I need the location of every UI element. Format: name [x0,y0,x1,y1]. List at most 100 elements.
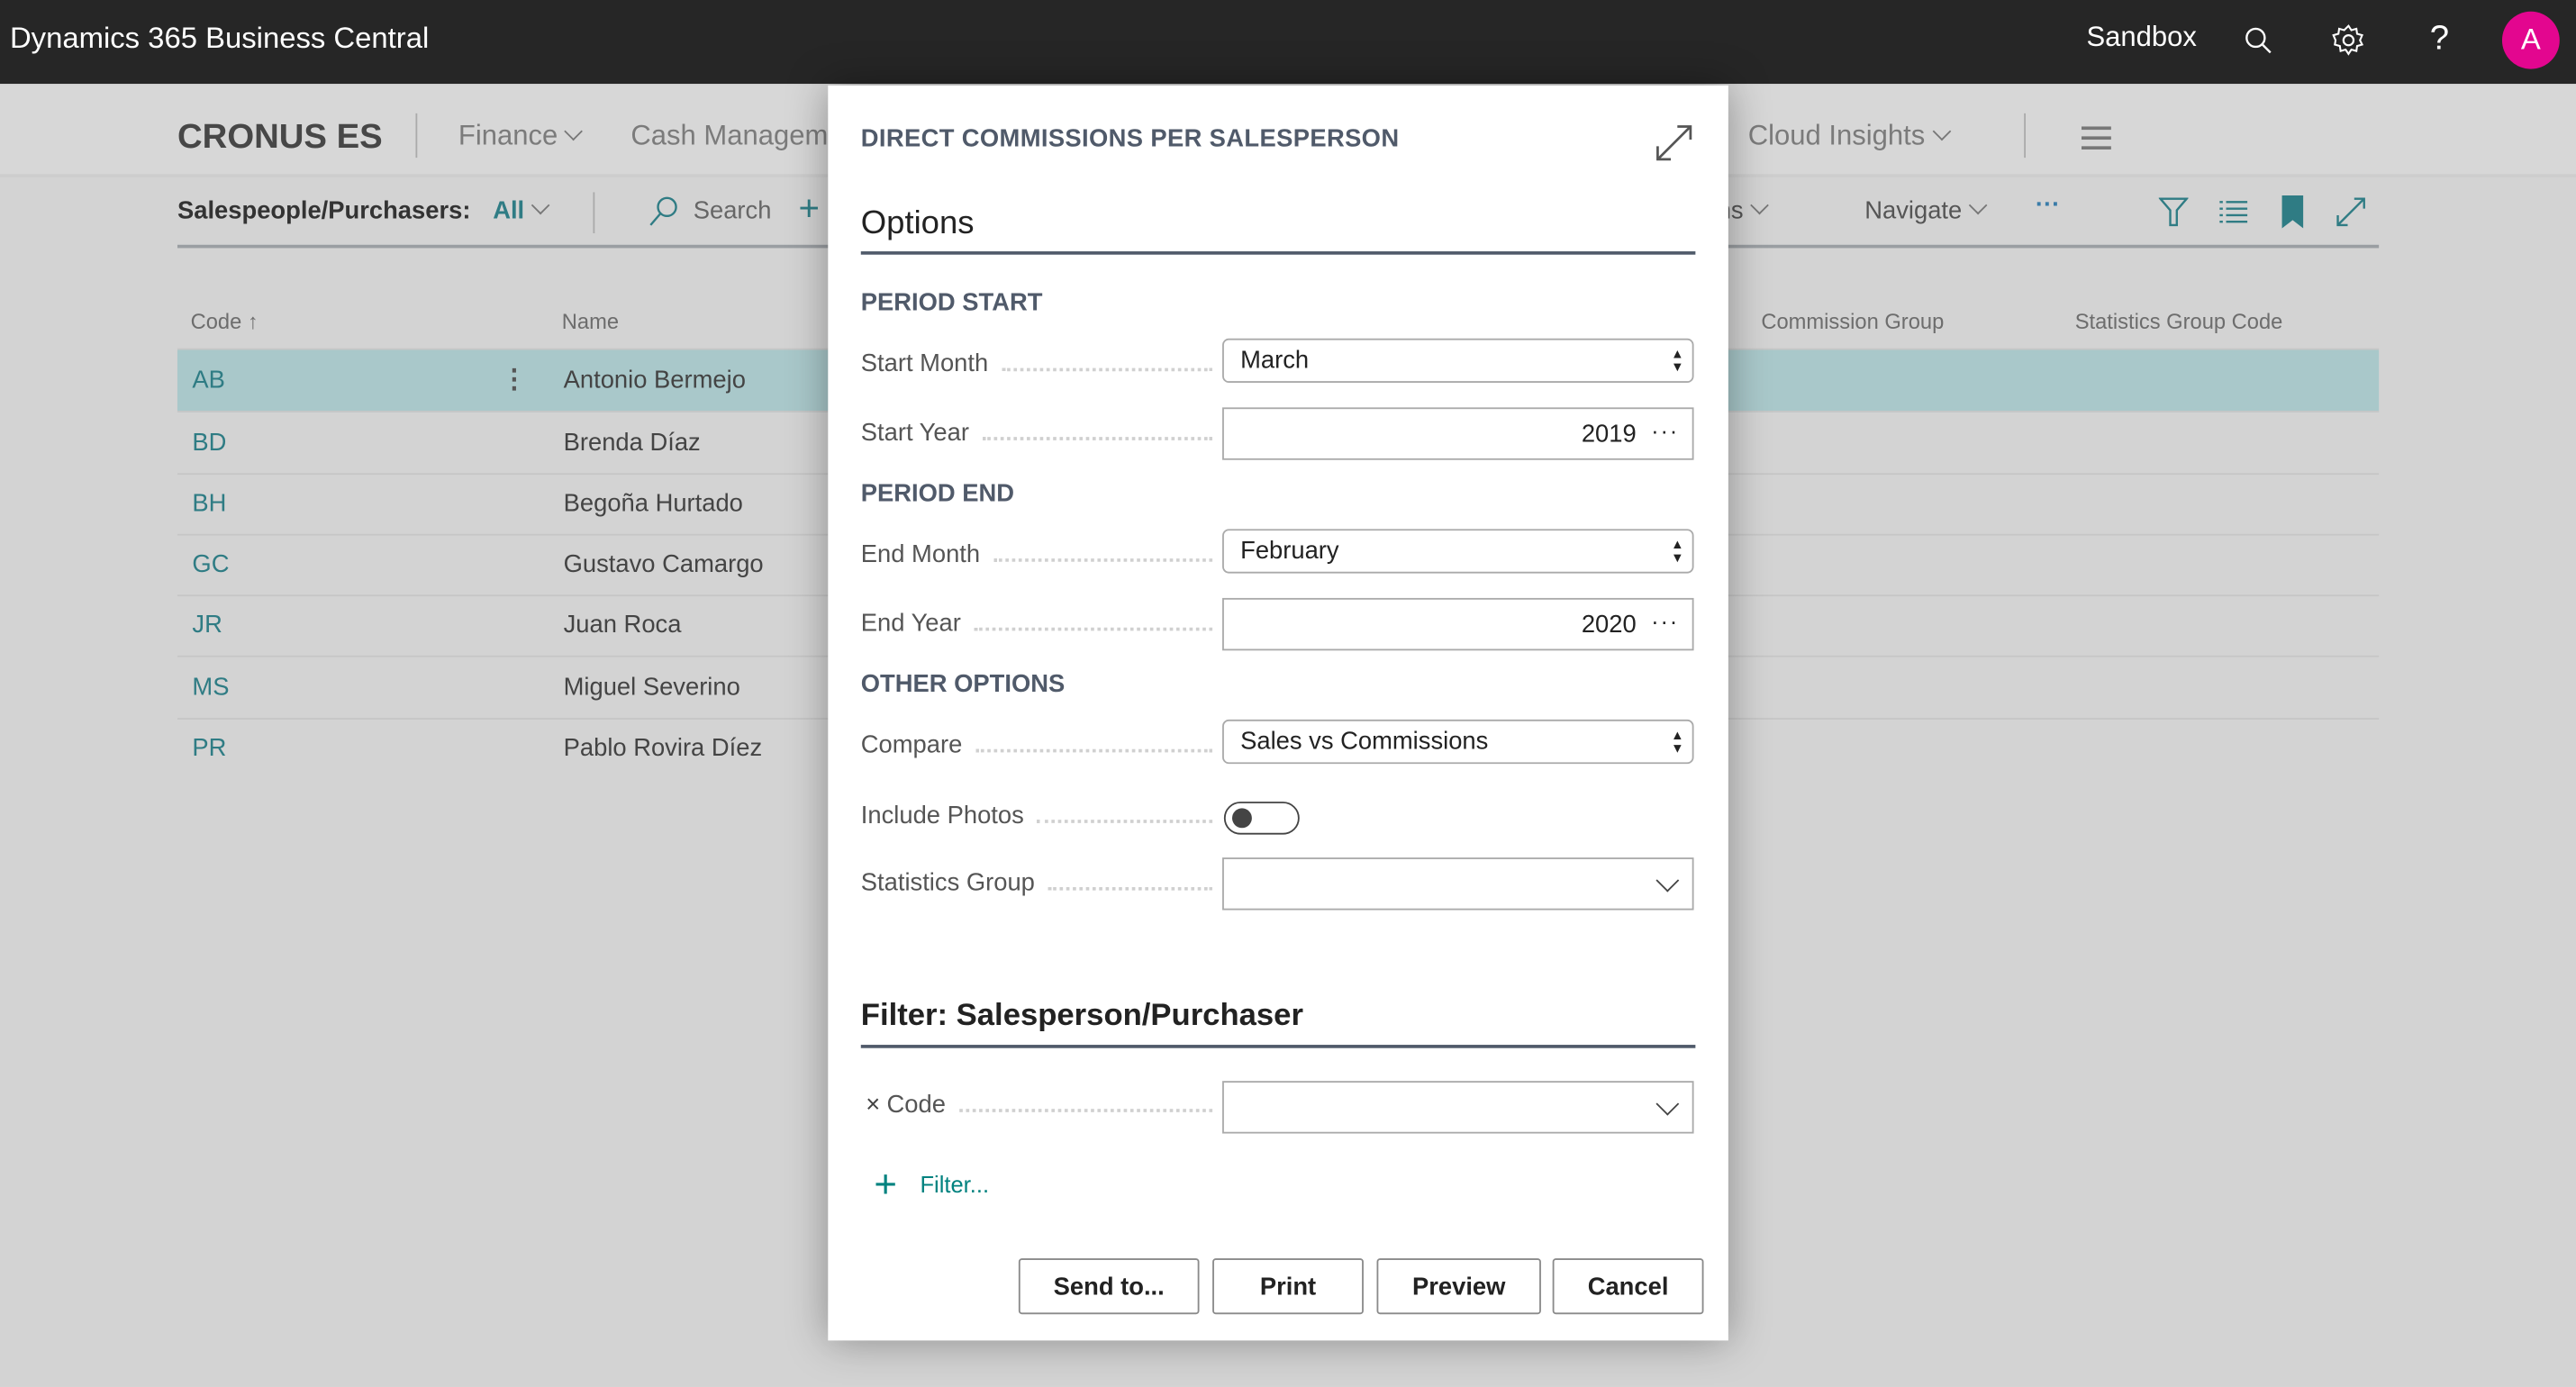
dotted-leader [1001,367,1213,371]
input-value: 2019 [1581,420,1637,449]
avatar[interactable]: A [2501,11,2560,69]
section-divider [860,251,1696,255]
filter-icon[interactable] [2158,197,2189,227]
other-options-heading: OTHER OPTIONS [860,670,1066,699]
updown-arrows-icon: ▲ ▼ [1671,537,1684,566]
row-code[interactable]: JR [192,612,222,639]
row-code[interactable]: BH [192,490,226,518]
row-code[interactable]: BD [192,429,226,457]
dotted-leader [958,1108,1213,1111]
search-button[interactable]: Search [694,197,772,225]
navigate-label: Navigate [1864,196,1963,225]
column-header-name[interactable]: Name [562,309,619,333]
cancel-button[interactable]: Cancel [1552,1258,1704,1315]
preview-button[interactable]: Preview [1376,1258,1541,1315]
code-filter-label: × Code [861,1091,1213,1120]
view-filter-dropdown[interactable]: All [493,195,550,225]
app-title[interactable]: Dynamics 365 Business Central [10,22,429,56]
divider [2024,113,2026,159]
row-code[interactable]: AB [192,367,225,394]
nav-finance[interactable]: Finance [458,120,584,152]
nav-cloud-insights[interactable]: Cloud Insights [1747,120,1951,152]
dialog-title: DIRECT COMMISSIONS PER SALESPERSON [860,124,1400,153]
compare-label: Compare [860,730,1213,759]
more-options-button[interactable]: ··· [2036,191,2060,219]
report-request-dialog: DIRECT COMMISSIONS PER SALESPERSON Optio… [828,85,1728,1341]
start-month-label: Start Month [860,349,1213,378]
divider [593,192,595,234]
row-name: Begoña Hurtado [563,489,743,518]
divider [415,113,418,159]
view-label: All [493,196,525,225]
hamburger-menu-icon[interactable] [2082,126,2111,150]
column-header-commission-group[interactable]: Commission Group [1761,309,1944,333]
include-photos-label: Include Photos [860,802,1213,830]
updown-arrows-icon: ▲ ▼ [1671,728,1684,757]
statistics-group-label: Statistics Group [860,868,1213,897]
statistics-group-dropdown[interactable] [1222,857,1694,911]
dotted-leader [982,436,1213,440]
lookup-ellipsis-icon[interactable]: ··· [1651,608,1679,634]
row-code[interactable]: GC [192,550,229,578]
end-month-label: End Month [860,540,1213,569]
period-start-heading: PERIOD START [860,289,1043,318]
dotted-leader [974,626,1213,630]
row-code[interactable]: PR [192,734,226,762]
row-name: Miguel Severino [563,673,740,702]
select-value: February [1240,537,1339,566]
end-year-input[interactable]: 2020 ··· [1222,597,1694,651]
top-bar: Dynamics 365 Business Central Sandbox ? … [0,0,2576,85]
section-divider [860,1045,1696,1047]
gear-icon[interactable] [2331,23,2365,58]
company-name[interactable]: CRONUS ES [177,118,383,158]
label-text: Statistics Group [860,868,1035,897]
dotted-leader [1048,886,1213,890]
column-header-statistics-group-code[interactable]: Statistics Group Code [2075,309,2283,333]
list-view-icon[interactable] [2219,201,2248,224]
chevron-down-icon [1655,1092,1680,1116]
add-filter-icon[interactable]: + [874,1163,897,1209]
search-icon[interactable] [648,195,680,228]
start-year-input[interactable]: 2019 ··· [1222,407,1694,460]
send-to-button[interactable]: Send to... [1018,1258,1200,1315]
label-text: Compare [860,730,963,759]
input-value: 2020 [1581,611,1637,639]
row-name: Antonio Bermejo [563,366,746,394]
row-name: Juan Roca [563,611,682,639]
include-photos-toggle[interactable] [1223,802,1300,835]
search-icon[interactable] [2245,26,2274,56]
select-value: March [1240,346,1310,375]
row-code[interactable]: MS [192,674,229,702]
expand-dialog-icon[interactable] [1655,123,1694,163]
period-end-heading: PERIOD END [860,479,1015,508]
filter-heading: Filter: Salesperson/Purchaser [860,998,1303,1034]
bookmark-icon[interactable] [2281,195,2304,229]
compare-select[interactable]: Sales vs Commissions ▲ ▼ [1222,719,1694,765]
nav-label: Cloud Insights [1747,120,1926,151]
nav-label: Finance [458,120,558,151]
row-actions-icon[interactable]: ⋮ [501,363,527,395]
dotted-leader [975,748,1213,752]
options-heading: Options [860,205,975,242]
chevron-down-icon [1655,868,1680,893]
lookup-ellipsis-icon[interactable]: ··· [1651,417,1679,443]
new-icon[interactable]: + [798,187,819,230]
column-header-code[interactable]: Code ↑ [191,309,259,333]
label-text: End Month [860,540,981,569]
select-value: Sales vs Commissions [1240,728,1489,757]
label-text: Code [886,1091,946,1120]
remove-filter-icon[interactable]: × [866,1091,880,1119]
end-month-select[interactable]: February ▲ ▼ [1222,529,1694,574]
start-year-label: Start Year [860,419,1213,448]
help-icon[interactable]: ? [2430,20,2449,59]
print-button[interactable]: Print [1212,1258,1364,1315]
code-filter-dropdown[interactable] [1222,1081,1694,1134]
add-filter-link[interactable]: Filter... [920,1172,989,1198]
start-month-select[interactable]: March ▲ ▼ [1222,338,1694,383]
label-text: Include Photos [860,802,1024,830]
navigate-menu[interactable]: Navigate [1864,195,1988,225]
label-text: Start Year [860,419,969,448]
label-text: Start Month [860,349,989,378]
row-name: Brenda Díaz [563,429,701,458]
expand-icon[interactable] [2336,197,2366,227]
